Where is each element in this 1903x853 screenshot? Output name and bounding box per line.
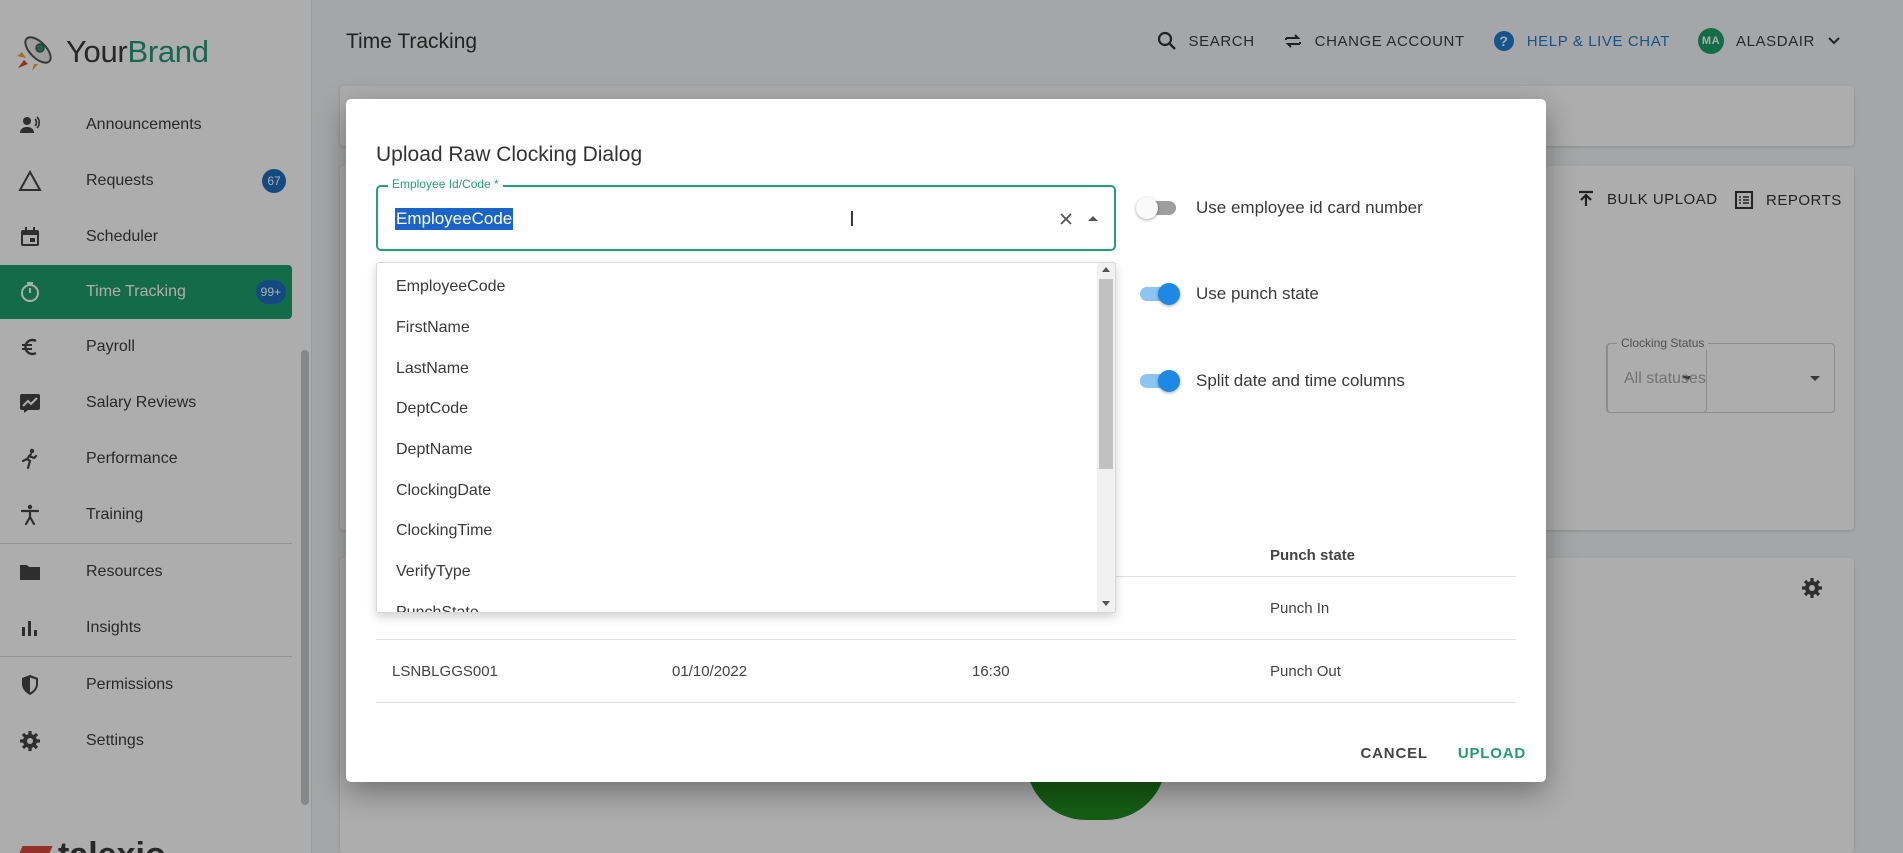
toggle-label: Use punch state (1196, 284, 1319, 303)
switch-knob (1158, 283, 1180, 305)
dropdown-option[interactable]: DeptName (377, 430, 1097, 471)
dropdown-option[interactable]: LastName (377, 348, 1097, 389)
table-cell: Punch In (1270, 599, 1330, 617)
switch-knob (1136, 197, 1158, 219)
caret-up-icon[interactable] (1088, 216, 1098, 221)
scrollbar-thumb[interactable] (1099, 279, 1113, 469)
upload-raw-clocking-dialog: Upload Raw Clocking Dialog Employee Id/C… (346, 99, 1546, 782)
upload-button[interactable]: UPLOAD (1458, 745, 1526, 762)
toggle-use-employee-id-card: Use employee id card number (1136, 193, 1423, 223)
dropdown-option[interactable]: ClockingTime (377, 511, 1097, 552)
cancel-button[interactable]: CANCEL (1361, 745, 1428, 762)
employee-id-code-field[interactable]: Employee Id/Code * EmployeeCode I (376, 177, 1116, 251)
use-employee-id-card-switch[interactable] (1136, 193, 1182, 223)
employee-id-code-label: Employee Id/Code * (388, 177, 503, 191)
dropdown-list: EmployeeCode FirstName LastName DeptCode… (377, 267, 1097, 612)
dropdown-option[interactable]: VerifyType (377, 552, 1097, 593)
table-cell: 01/10/2022 (672, 662, 748, 680)
toggle-use-punch-state: Use punch state (1136, 279, 1319, 309)
dialog-actions: CANCEL UPLOAD (1361, 745, 1526, 762)
text-cursor-icon: I (849, 207, 855, 231)
dropdown-option[interactable]: DeptCode (377, 389, 1097, 430)
dropdown-option[interactable]: EmployeeCode (377, 267, 1097, 308)
table-cell: LSNBLGGS001 (392, 662, 498, 680)
toggle-label: Split date and time columns (1196, 371, 1405, 390)
dropdown-option[interactable]: FirstName (377, 308, 1097, 349)
split-date-time-switch[interactable] (1136, 366, 1182, 396)
dropdown-option[interactable]: PunchState (377, 593, 1097, 612)
dropdown-option[interactable]: ClockingDate (377, 470, 1097, 511)
table-row: LSNBLGGS001 01/10/2022 16:30 Punch Out (376, 640, 1516, 703)
clear-icon[interactable] (1054, 207, 1078, 231)
scroll-up-icon[interactable] (1102, 267, 1110, 272)
column-header: Punch state (1270, 547, 1356, 564)
dialog-title: Upload Raw Clocking Dialog (376, 143, 643, 166)
dropdown-scrollbar[interactable] (1097, 263, 1115, 612)
scroll-down-icon[interactable] (1102, 601, 1110, 606)
table-cell: Punch Out (1270, 662, 1341, 680)
employee-id-code-value[interactable]: EmployeeCode (395, 208, 514, 230)
switch-knob (1158, 370, 1180, 392)
toggle-split-date-time: Split date and time columns (1136, 366, 1405, 396)
employee-id-code-dropdown: EmployeeCode FirstName LastName DeptCode… (376, 262, 1116, 613)
toggle-label: Use employee id card number (1196, 198, 1423, 217)
use-punch-state-switch[interactable] (1136, 279, 1182, 309)
table-cell: 16:30 (972, 662, 1010, 680)
